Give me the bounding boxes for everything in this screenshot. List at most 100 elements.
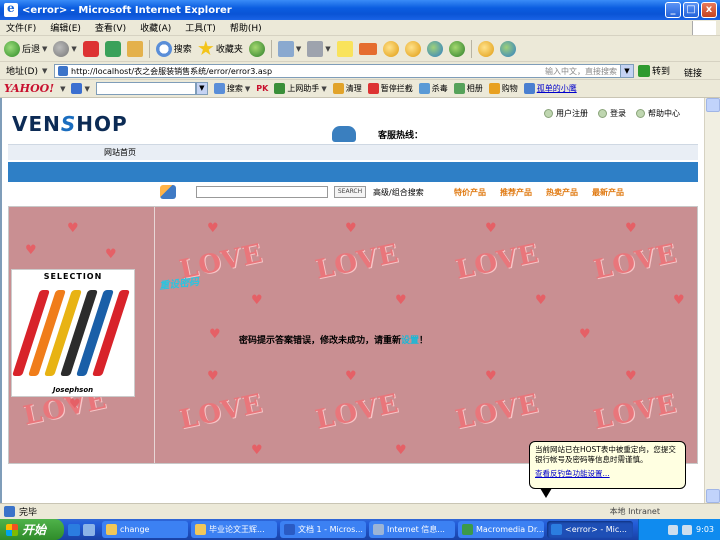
yahoo-search-input[interactable] xyxy=(95,82,196,95)
task-word[interactable]: 文档 1 - Micros... xyxy=(280,521,366,538)
yahoo-album[interactable]: 相册 xyxy=(453,83,483,94)
print-icon xyxy=(307,40,324,57)
retry-link[interactable]: 设置 xyxy=(401,333,419,346)
yahoo-helper[interactable]: 上网助手 ▼ xyxy=(274,83,327,94)
window-title: <error> - Microsoft Internet Explorer xyxy=(22,4,232,16)
category-special[interactable]: 特价产品 xyxy=(454,187,486,198)
tools-icon[interactable] xyxy=(448,40,465,57)
messenger-icon[interactable] xyxy=(499,40,516,57)
moneybag-icon[interactable] xyxy=(404,40,421,57)
task-ie-error[interactable]: <error> - Mic... xyxy=(547,521,633,538)
toolbar-separator xyxy=(470,39,472,58)
toolbar-separator xyxy=(270,39,272,58)
love-pattern: LOVE xyxy=(452,238,542,286)
site-logo[interactable]: VENSHOP xyxy=(12,112,128,136)
window-controls: _ □ x xyxy=(665,2,717,18)
menu-help[interactable]: 帮助(H) xyxy=(230,21,262,34)
vertical-scrollbar[interactable] xyxy=(704,98,720,503)
status-text: 完毕 xyxy=(19,508,38,518)
yahoo-settings[interactable]: ▼ xyxy=(71,83,90,94)
yahoo-logo[interactable]: YAHOO! xyxy=(4,82,54,95)
category-links: 特价产品 推荐产品 热卖产品 最新产品 xyxy=(454,187,624,198)
address-dropdown[interactable]: ▼ xyxy=(620,65,633,77)
site-search-button[interactable]: SEARCH xyxy=(334,186,366,198)
go-button[interactable]: 转到 xyxy=(638,64,670,77)
ie-icon[interactable] xyxy=(68,523,80,536)
balloon-settings-link[interactable]: 查看反钓鱼功能设置... xyxy=(535,469,680,479)
category-recommended[interactable]: 推荐产品 xyxy=(500,187,532,198)
menu-file[interactable]: 文件(F) xyxy=(6,21,36,34)
phone-icon xyxy=(332,126,356,142)
minimize-button[interactable]: _ xyxy=(665,2,681,18)
stop-icon[interactable] xyxy=(82,40,99,57)
heart-icon: ♥ xyxy=(345,221,357,236)
dreamweaver-icon xyxy=(462,524,473,535)
network-icon[interactable] xyxy=(668,524,679,535)
yahoo-clean[interactable]: 清理 xyxy=(332,83,362,94)
yahoo-antivirus[interactable]: 杀毒 xyxy=(418,83,448,94)
mail-button[interactable]: ▼ xyxy=(277,39,301,59)
search-button[interactable]: 搜索 xyxy=(155,39,192,59)
nav-home-link[interactable]: 网站首页 xyxy=(104,147,136,158)
scroll-up-button[interactable] xyxy=(706,98,720,112)
yahoo-search-button[interactable]: 搜索 ▼ xyxy=(213,83,250,94)
category-hot[interactable]: 热卖产品 xyxy=(546,187,578,198)
phishing-warning-balloon[interactable]: 当前网站已在HOST表中被重定向，您提交银行帐号及密码等信息时需谨慎。 查看反钓… xyxy=(529,441,686,498)
links-button[interactable]: 链接 xyxy=(684,66,702,79)
reset-password-heading[interactable]: 重设密码 xyxy=(158,273,200,292)
globe-icon[interactable] xyxy=(426,40,443,57)
maximize-button[interactable]: □ xyxy=(683,2,699,18)
mail-icon xyxy=(277,40,294,57)
menu-edit[interactable]: 编辑(E) xyxy=(50,21,81,34)
category-new[interactable]: 最新产品 xyxy=(592,187,624,198)
address-input[interactable]: http://localhost/衣之会服装销售系统/error/error3.… xyxy=(54,64,634,78)
computer-icon xyxy=(373,524,384,535)
volume-icon[interactable] xyxy=(682,524,693,535)
site-search-input[interactable] xyxy=(196,186,328,198)
start-button[interactable]: 开始 xyxy=(0,519,64,540)
scroll-down-button[interactable] xyxy=(706,489,720,503)
advanced-search-link[interactable]: 高级/组合搜索 xyxy=(373,187,424,198)
ie-icon xyxy=(4,1,18,17)
home-icon[interactable] xyxy=(126,40,143,57)
note-icon[interactable] xyxy=(336,40,353,57)
help-icon xyxy=(636,109,645,118)
refresh-icon[interactable] xyxy=(104,40,121,57)
menu-tools[interactable]: 工具(T) xyxy=(185,21,216,34)
menu-favorites[interactable]: 收藏(A) xyxy=(140,21,171,34)
xml-icon[interactable] xyxy=(358,42,377,55)
task-iis[interactable]: Internet 信息... xyxy=(369,521,455,538)
login-link[interactable]: 登录 xyxy=(598,108,626,119)
yahoo-popup-block[interactable]: 暂停拦截 xyxy=(367,83,413,94)
task-thesis[interactable]: 毕业论文王辉... xyxy=(191,521,277,538)
menu-view[interactable]: 查看(V) xyxy=(95,21,126,34)
task-dreamweaver[interactable]: Macromedia Dr... xyxy=(458,521,544,538)
help-link[interactable]: 帮助中心 xyxy=(636,108,680,119)
folder-icon xyxy=(195,524,206,535)
favorites-button[interactable]: 收藏夹 xyxy=(198,39,243,59)
heart-icon: ♥ xyxy=(69,397,81,412)
register-link[interactable]: 用户注册 xyxy=(544,108,588,119)
media-icon[interactable] xyxy=(248,40,265,57)
chevron-down-icon[interactable]: ▼ xyxy=(42,67,47,75)
desktop-icon[interactable] xyxy=(83,523,95,536)
yahoo-user-link[interactable]: 孤单的小鹰 xyxy=(523,83,577,94)
yahoo-search-dropdown[interactable]: ▼ xyxy=(195,82,208,95)
task-change[interactable]: change xyxy=(102,521,188,538)
helper-icon xyxy=(274,83,286,94)
back-button[interactable]: 后退 ▼ xyxy=(4,39,47,59)
yahoo-pk-button[interactable]: PK xyxy=(256,84,268,93)
print-button[interactable]: ▼ xyxy=(307,39,331,59)
forward-button[interactable]: ▼ xyxy=(53,39,77,59)
top-links: 用户注册 登录 帮助中心 xyxy=(544,108,680,119)
heart-icon: ♥ xyxy=(345,369,357,384)
selection-ad-image[interactable]: SELECTION Josephson xyxy=(11,269,135,397)
qq-icon[interactable] xyxy=(477,40,494,57)
chevron-down-icon[interactable]: ▼ xyxy=(60,85,65,93)
yahoo-shopping[interactable]: 购物 xyxy=(488,83,518,94)
close-button[interactable]: x xyxy=(701,2,717,18)
heart-icon: ♥ xyxy=(625,369,637,384)
nav-blue-bar xyxy=(8,162,698,182)
user-icon xyxy=(544,109,553,118)
smiley-icon[interactable] xyxy=(382,40,399,57)
